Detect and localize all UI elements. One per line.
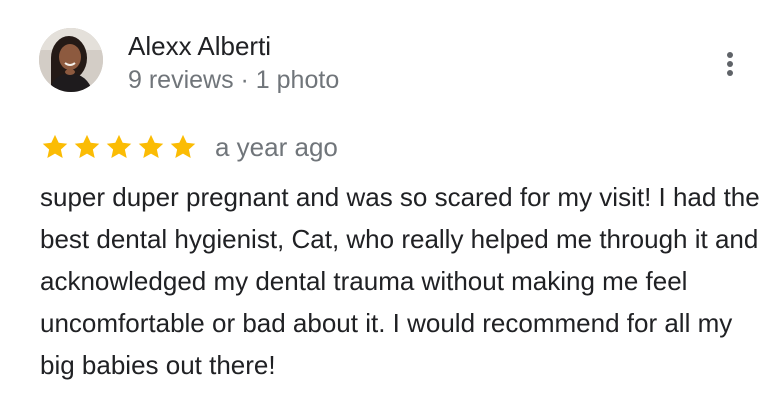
author-review-count[interactable]: 9 reviews · 1 photo [128, 64, 339, 96]
more-options-button[interactable] [716, 46, 744, 82]
star-icon [40, 132, 70, 162]
review-text: super duper pregnant and was so scared f… [40, 182, 760, 380]
rating-row: a year ago [40, 130, 338, 164]
review-date: a year ago [215, 132, 338, 162]
star-icon [104, 132, 134, 162]
avatar-photo-icon [39, 28, 103, 92]
star-icon [168, 132, 198, 162]
star-icon [72, 132, 102, 162]
author-name[interactable]: Alexx Alberti [128, 30, 271, 62]
author-avatar[interactable] [39, 28, 103, 92]
review-card: Alexx Alberti 9 reviews · 1 photo a year… [0, 0, 772, 406]
more-vertical-icon [727, 52, 733, 76]
star-icon [136, 132, 166, 162]
star-rating [40, 132, 200, 162]
